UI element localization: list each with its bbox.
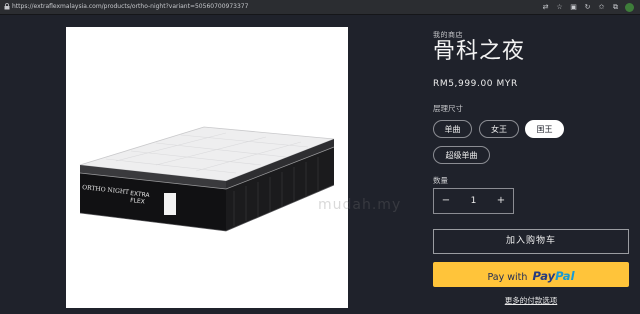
profile-avatar[interactable]: [625, 2, 634, 12]
add-to-cart-button[interactable]: 加入购物车: [433, 229, 629, 254]
address-bar[interactable]: https://extraflexmalaysia.com/products/o…: [0, 0, 640, 15]
collections-icon[interactable]: ⧉: [611, 3, 620, 12]
quantity-increase-button[interactable]: +: [489, 189, 513, 213]
paypal-button[interactable]: Pay with PayPal: [433, 262, 629, 287]
size-option-super-single[interactable]: 超级单曲: [433, 146, 490, 164]
watermark: mudah.my: [318, 197, 402, 213]
product-price: RM5,999.00 MYR: [433, 79, 518, 89]
mattress-illustration: ORTHO NIGHT EXTRA FLEX: [79, 126, 335, 232]
quantity-input[interactable]: 1: [458, 189, 489, 213]
lock-icon: [4, 3, 10, 10]
more-payment-options-link[interactable]: 更多的付款选项: [433, 295, 629, 306]
paypal-logo: PayPal: [533, 269, 575, 283]
translate-icon[interactable]: ⇄: [541, 3, 550, 12]
product-image[interactable]: ORTHO NIGHT EXTRA FLEX mudah.my: [66, 27, 400, 308]
size-option-single[interactable]: 单曲: [433, 120, 472, 138]
quantity-decrease-button[interactable]: −: [434, 189, 458, 213]
url-text[interactable]: https://extraflexmalaysia.com/products/o…: [12, 2, 248, 12]
paypal-logo-pay: Pay: [532, 269, 556, 283]
refresh-icon[interactable]: ↻: [583, 3, 592, 12]
size-option-king[interactable]: 国王: [525, 120, 564, 138]
paypal-logo-pal: Pal: [555, 269, 575, 283]
quantity-label: 数量: [433, 176, 448, 185]
paypal-prefix: Pay with: [487, 272, 528, 283]
toolbar-icons: ⇄ ☆ ▣ ↻ ✩ ⧉: [541, 2, 634, 12]
bookmark-star-icon[interactable]: ☆: [555, 3, 564, 12]
product-title: 骨科之夜: [433, 39, 526, 64]
quantity-stepper: − 1 +: [433, 188, 514, 214]
size-option-queen[interactable]: 女王: [479, 120, 519, 138]
extension-icon[interactable]: ▣: [569, 3, 578, 12]
size-label: 层理尺寸: [433, 104, 463, 113]
favorites-icon[interactable]: ✩: [597, 3, 606, 12]
